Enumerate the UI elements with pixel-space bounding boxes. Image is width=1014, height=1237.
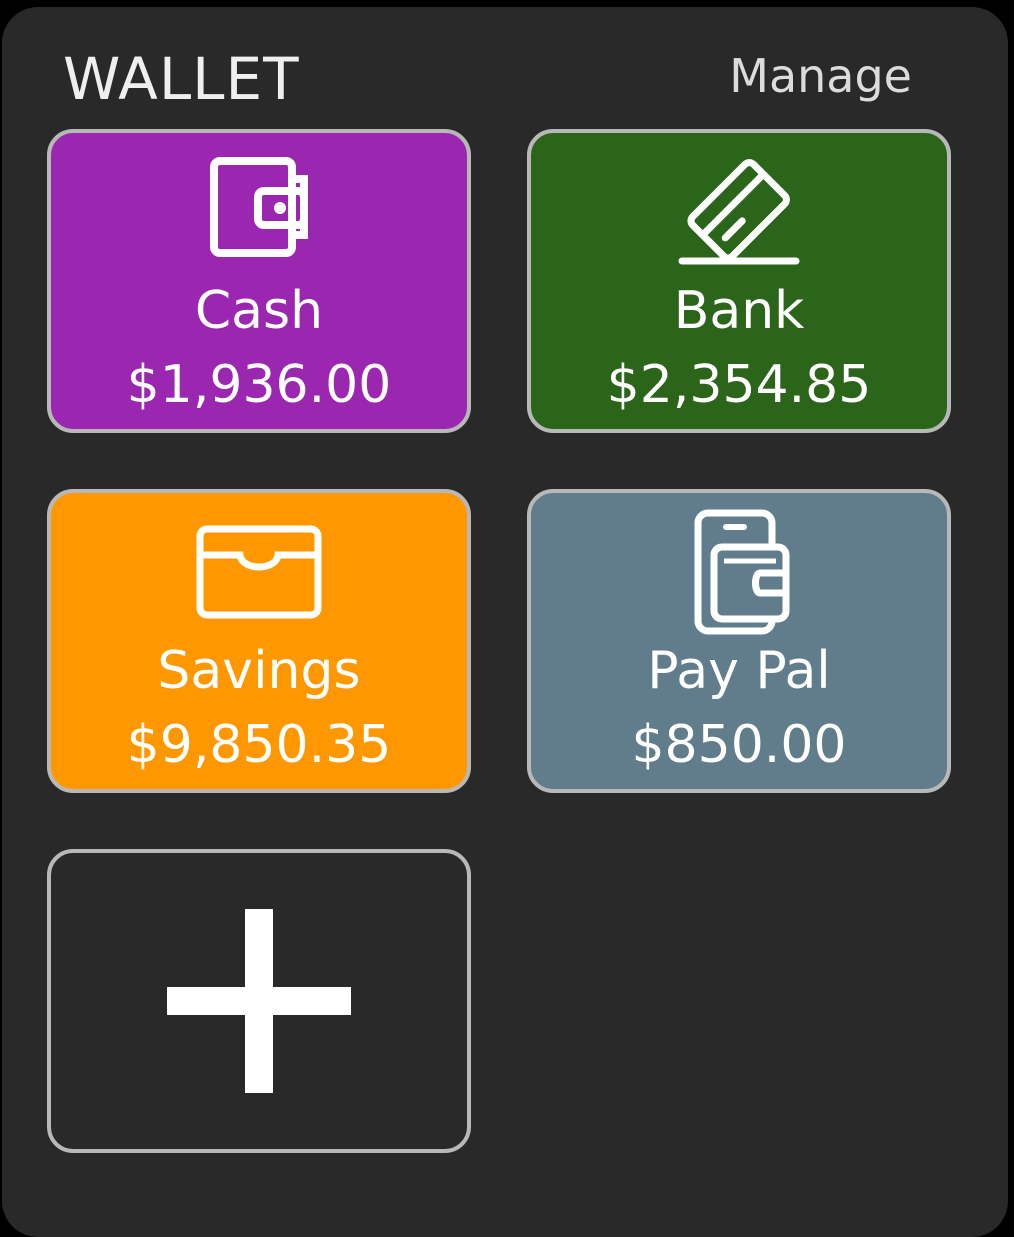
- add-account-button[interactable]: [47, 849, 471, 1153]
- account-amount: $9,850.35: [126, 715, 392, 775]
- account-name: Cash: [194, 281, 324, 341]
- page-title: WALLET: [63, 45, 300, 113]
- account-tile-cash[interactable]: Cash $1,936.00: [47, 129, 471, 433]
- account-amount: $850.00: [631, 715, 847, 775]
- account-name: Savings: [157, 641, 361, 701]
- account-tile-bank[interactable]: Bank $2,354.85: [527, 129, 951, 433]
- mobile-wallet-icon: [674, 507, 804, 637]
- credit-card-icon: [674, 155, 804, 267]
- account-name: Bank: [673, 281, 805, 341]
- card-holder-icon: [194, 515, 324, 627]
- wallet-icon: [194, 155, 324, 267]
- manage-link[interactable]: Manage: [729, 49, 912, 103]
- account-tile-savings[interactable]: Savings $9,850.35: [47, 489, 471, 793]
- account-amount: $1,936.00: [126, 355, 392, 415]
- account-name: Pay Pal: [647, 641, 831, 701]
- plus-icon: [167, 909, 351, 1093]
- account-amount: $2,354.85: [606, 355, 872, 415]
- account-tile-paypal[interactable]: Pay Pal $850.00: [527, 489, 951, 793]
